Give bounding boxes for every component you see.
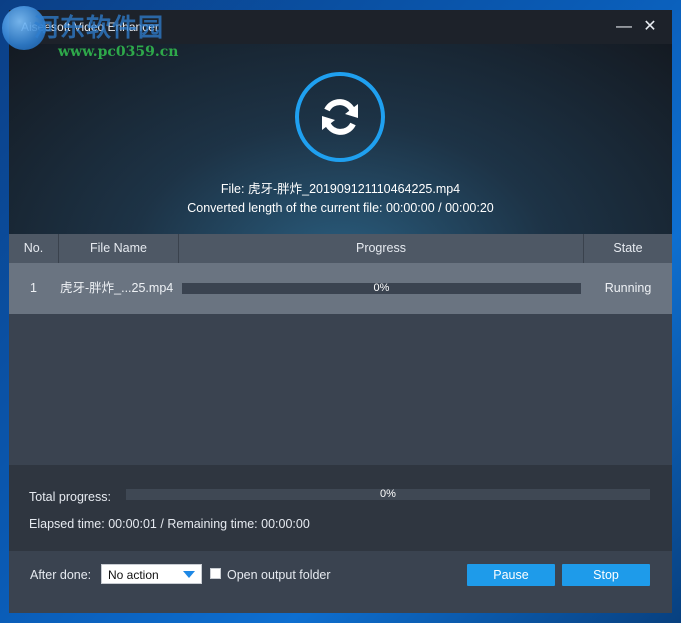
pause-button[interactable]: Pause <box>467 564 555 586</box>
total-progress-label: Total progress: <box>29 490 111 504</box>
column-header-progress[interactable]: Progress <box>179 234 583 263</box>
converted-length-line: Converted length of the current file: 00… <box>9 201 672 215</box>
file-label: File: <box>220 182 245 196</box>
row-number: 1 <box>30 281 37 295</box>
time-separator: / <box>160 517 164 531</box>
column-header-state[interactable]: State <box>584 234 672 263</box>
table-row[interactable]: 1 虎牙-胖炸_...25.mp4 0% Running <box>9 263 672 314</box>
after-done-value: No action <box>108 568 159 582</box>
row-state: Running <box>604 281 652 295</box>
total-progress-bar: 0% <box>126 489 650 500</box>
sync-icon <box>295 72 385 162</box>
progress-panel: Total progress: 0% Elapsed time: 00:00:0… <box>9 465 672 551</box>
after-done-select[interactable]: No action <box>101 564 202 584</box>
converted-label: Converted length of the current file: <box>187 201 383 215</box>
remaining-label: Remaining time: <box>167 517 258 531</box>
time-line: Elapsed time: 00:00:01 / Remaining time:… <box>29 517 310 531</box>
app-window: Aiseesoft Video Enhancer — ✕ File: 虎牙-胖炸… <box>9 10 672 613</box>
stop-button[interactable]: Stop <box>562 564 650 586</box>
remaining-value: 00:00:00 <box>261 517 310 531</box>
current-file-line: File: 虎牙-胖炸_201909121110464225.mp4 <box>9 178 672 197</box>
column-header-no[interactable]: No. <box>9 234 58 263</box>
table-header: No. File Name Progress State <box>9 234 672 263</box>
close-icon[interactable]: ✕ <box>639 17 661 37</box>
row-progress-text: 0% <box>373 282 390 294</box>
minimize-icon[interactable]: — <box>613 17 635 37</box>
after-done-label: After done: <box>30 568 92 582</box>
converted-value: 00:00:00 / 00:00:20 <box>386 201 494 215</box>
open-output-folder-checkbox[interactable] <box>210 568 221 579</box>
title-bar: Aiseesoft Video Enhancer — ✕ <box>9 10 672 44</box>
conversion-header: File: 虎牙-胖炸_201909121110464225.mp4 Conve… <box>9 44 672 234</box>
window-title: Aiseesoft Video Enhancer <box>21 20 159 34</box>
elapsed-label: Elapsed time: <box>29 517 105 531</box>
chevron-down-icon <box>183 571 195 578</box>
row-file-name: 虎牙-胖炸_...25.mp4 <box>60 281 174 295</box>
elapsed-value: 00:00:01 <box>108 517 157 531</box>
total-progress-text: 0% <box>380 488 396 500</box>
open-output-folder-label[interactable]: Open output folder <box>227 568 331 582</box>
file-name: 虎牙-胖炸_201909121110464225.mp4 <box>247 182 461 196</box>
row-progress-bar: 0% <box>182 283 581 294</box>
task-table: No. File Name Progress State 1 虎牙-胖炸_...… <box>9 234 672 465</box>
column-header-file-name[interactable]: File Name <box>59 234 178 263</box>
action-footer: After done: No action Open output folder… <box>9 551 672 613</box>
